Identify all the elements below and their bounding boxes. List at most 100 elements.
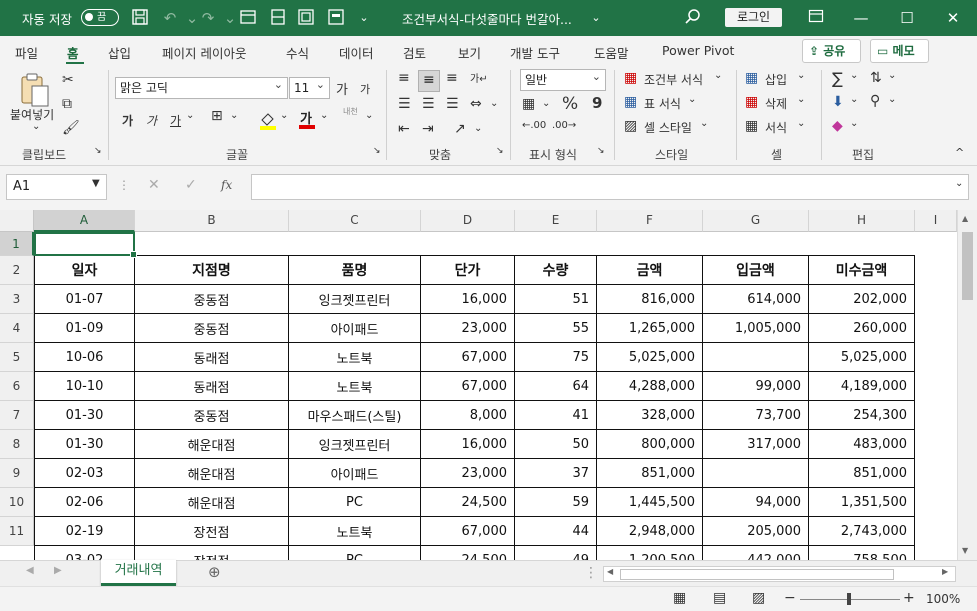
worksheet-grid[interactable]: ABCDEFGHI 1 2 3 4 5 6 7 8 9 10 11 일자 지점명 품명 단가 수량 금액 입금액… bbox=[0, 210, 977, 560]
table-cell[interactable]: 03-02 bbox=[34, 546, 135, 560]
row-header-4[interactable]: 4 bbox=[0, 314, 34, 343]
table-cell[interactable]: 851,000 bbox=[809, 459, 915, 488]
active-cell[interactable] bbox=[34, 232, 137, 258]
column-header-b[interactable]: B bbox=[135, 210, 289, 232]
table-cell[interactable]: 55 bbox=[515, 314, 597, 343]
tab-split-grip-icon[interactable]: ⋮ bbox=[584, 565, 598, 581]
table-cell[interactable]: 노트북 bbox=[289, 517, 421, 546]
borders-dropdown-icon[interactable]: ⌄ bbox=[230, 110, 238, 121]
memo-button[interactable]: ▭ 메모 bbox=[870, 39, 929, 63]
row-header-6[interactable]: 6 bbox=[0, 372, 34, 401]
table-cell[interactable]: 317,000 bbox=[703, 430, 809, 459]
table-cell[interactable]: 49 bbox=[515, 546, 597, 560]
table-cell[interactable]: 67,000 bbox=[421, 517, 515, 546]
open-icon[interactable] bbox=[238, 8, 258, 28]
prev-sheet-icon[interactable]: ◀ bbox=[26, 565, 34, 576]
horizontal-scrollbar[interactable]: ◀ ▶ bbox=[603, 566, 956, 582]
tab-page-layout[interactable]: 페이지 레이아웃 bbox=[162, 43, 246, 62]
tab-view[interactable]: 보기 bbox=[458, 43, 481, 62]
table-cell[interactable]: 73,700 bbox=[703, 401, 809, 430]
align-top-icon[interactable]: ≡ bbox=[398, 70, 410, 86]
paste-icon[interactable] bbox=[18, 72, 54, 108]
autosave-toggle[interactable]: 끔 bbox=[81, 9, 119, 26]
align-middle-icon[interactable]: ≡ bbox=[418, 70, 440, 92]
phonetic-guide-icon[interactable]: 내천 bbox=[343, 106, 358, 117]
align-left-icon[interactable]: ☰ bbox=[398, 96, 411, 112]
alignment-launcher-icon[interactable]: ↘ bbox=[496, 146, 504, 156]
print-preview-icon[interactable] bbox=[268, 8, 288, 28]
number-format-select[interactable]: 일반 bbox=[520, 67, 606, 91]
table-header-cell[interactable]: 일자 bbox=[34, 256, 135, 285]
insert-cells-button[interactable]: 삽입 bbox=[765, 71, 787, 88]
horizontal-scroll-thumb[interactable] bbox=[620, 569, 894, 580]
column-header-h[interactable]: H bbox=[809, 210, 915, 232]
number-launcher-icon[interactable]: ↘ bbox=[597, 146, 605, 156]
format-cells-icon[interactable]: ▦ bbox=[745, 118, 758, 134]
search-icon[interactable] bbox=[683, 8, 703, 28]
zoom-out-icon[interactable]: − bbox=[784, 590, 796, 606]
table-cell[interactable]: 483,000 bbox=[809, 430, 915, 459]
table-cell[interactable]: 64 bbox=[515, 372, 597, 401]
scroll-left-icon[interactable]: ◀ bbox=[607, 567, 613, 576]
tab-help[interactable]: 도움말 bbox=[594, 43, 629, 62]
delete-cells-dropdown-icon[interactable]: ⌄ bbox=[797, 94, 805, 105]
table-cell[interactable]: 노트북 bbox=[289, 343, 421, 372]
table-cell[interactable]: 8,000 bbox=[421, 401, 515, 430]
cell-styles-icon[interactable]: ▨ bbox=[624, 118, 637, 134]
clipboard-launcher-icon[interactable]: ↘ bbox=[94, 146, 102, 156]
paste-dropdown-icon[interactable]: ⌄ bbox=[32, 121, 40, 132]
format-painter-icon[interactable]: 🖌 bbox=[62, 120, 80, 136]
title-dropdown-icon[interactable]: ⌄ bbox=[586, 8, 606, 28]
table-header-cell[interactable]: 미수금액 bbox=[809, 256, 915, 285]
table-cell[interactable]: 아이패드 bbox=[289, 314, 421, 343]
table-cell[interactable]: 01-30 bbox=[34, 401, 135, 430]
table-cell[interactable]: 10-06 bbox=[34, 343, 135, 372]
font-name-select[interactable]: 맑은 고딕 bbox=[115, 75, 288, 99]
cell-styles-dropdown-icon[interactable]: ⌄ bbox=[700, 118, 708, 129]
table-cell[interactable]: 장전점 bbox=[135, 546, 289, 560]
increase-decimal-icon[interactable]: ←.00 bbox=[522, 120, 546, 131]
table-cell[interactable]: 동래점 bbox=[135, 372, 289, 401]
find-select-dropdown-icon[interactable]: ⌄ bbox=[888, 94, 896, 105]
login-button[interactable]: 로그인 bbox=[725, 8, 782, 27]
conditional-format-button[interactable]: 조건부 서식 bbox=[644, 71, 703, 88]
table-cell[interactable]: 75 bbox=[515, 343, 597, 372]
table-cell[interactable]: 99,000 bbox=[703, 372, 809, 401]
scroll-down-icon[interactable]: ▼ bbox=[962, 546, 968, 555]
collapse-ribbon-icon[interactable]: ^ bbox=[955, 146, 964, 159]
insert-function-button[interactable]: fx bbox=[221, 178, 232, 192]
share-button[interactable]: ⇪ 공유 bbox=[802, 39, 861, 63]
customize-toolbar-icon[interactable]: ⌄ bbox=[354, 8, 374, 28]
table-cell[interactable]: 5,025,000 bbox=[597, 343, 703, 372]
font-launcher-icon[interactable]: ↘ bbox=[373, 146, 381, 156]
format-as-table-button[interactable]: 표 서식 bbox=[644, 95, 681, 112]
row-header-5[interactable]: 5 bbox=[0, 343, 34, 372]
sheet-tab[interactable]: 거래내역 bbox=[101, 560, 176, 586]
zoom-slider-thumb[interactable] bbox=[847, 593, 851, 605]
next-sheet-icon[interactable]: ▶ bbox=[54, 565, 62, 576]
merge-dropdown-icon[interactable]: ⌄ bbox=[490, 98, 498, 109]
table-cell[interactable]: 614,000 bbox=[703, 285, 809, 314]
table-cell[interactable] bbox=[703, 343, 809, 372]
table-header-cell[interactable]: 지점명 bbox=[135, 256, 289, 285]
tab-developer[interactable]: 개발 도구 bbox=[510, 43, 560, 62]
underline-button[interactable]: 가 bbox=[170, 112, 181, 129]
font-color-dropdown-icon[interactable]: ⌄ bbox=[320, 110, 328, 121]
accounting-dropdown-icon[interactable]: ⌄ bbox=[542, 98, 550, 109]
fill-color-dropdown-icon[interactable]: ⌄ bbox=[280, 110, 288, 121]
table-cell[interactable]: 51 bbox=[515, 285, 597, 314]
table-cell[interactable]: 67,000 bbox=[421, 343, 515, 372]
table-cell[interactable]: 02-19 bbox=[34, 517, 135, 546]
zoom-in-icon[interactable]: + bbox=[903, 590, 915, 606]
align-bottom-icon[interactable]: ≡ bbox=[446, 70, 458, 86]
conditional-format-dropdown-icon[interactable]: ⌄ bbox=[714, 70, 722, 81]
autosum-dropdown-icon[interactable]: ⌄ bbox=[850, 70, 858, 81]
table-cell[interactable]: 중동점 bbox=[135, 401, 289, 430]
table-cell[interactable]: 2,948,000 bbox=[597, 517, 703, 546]
ribbon-display-icon[interactable] bbox=[806, 8, 826, 28]
column-header-e[interactable]: E bbox=[515, 210, 597, 232]
table-cell[interactable]: 5,025,000 bbox=[809, 343, 915, 372]
table-cell[interactable]: 1,351,500 bbox=[809, 488, 915, 517]
table-cell[interactable]: 24,500 bbox=[421, 546, 515, 560]
align-center-icon[interactable]: ☰ bbox=[422, 96, 435, 112]
